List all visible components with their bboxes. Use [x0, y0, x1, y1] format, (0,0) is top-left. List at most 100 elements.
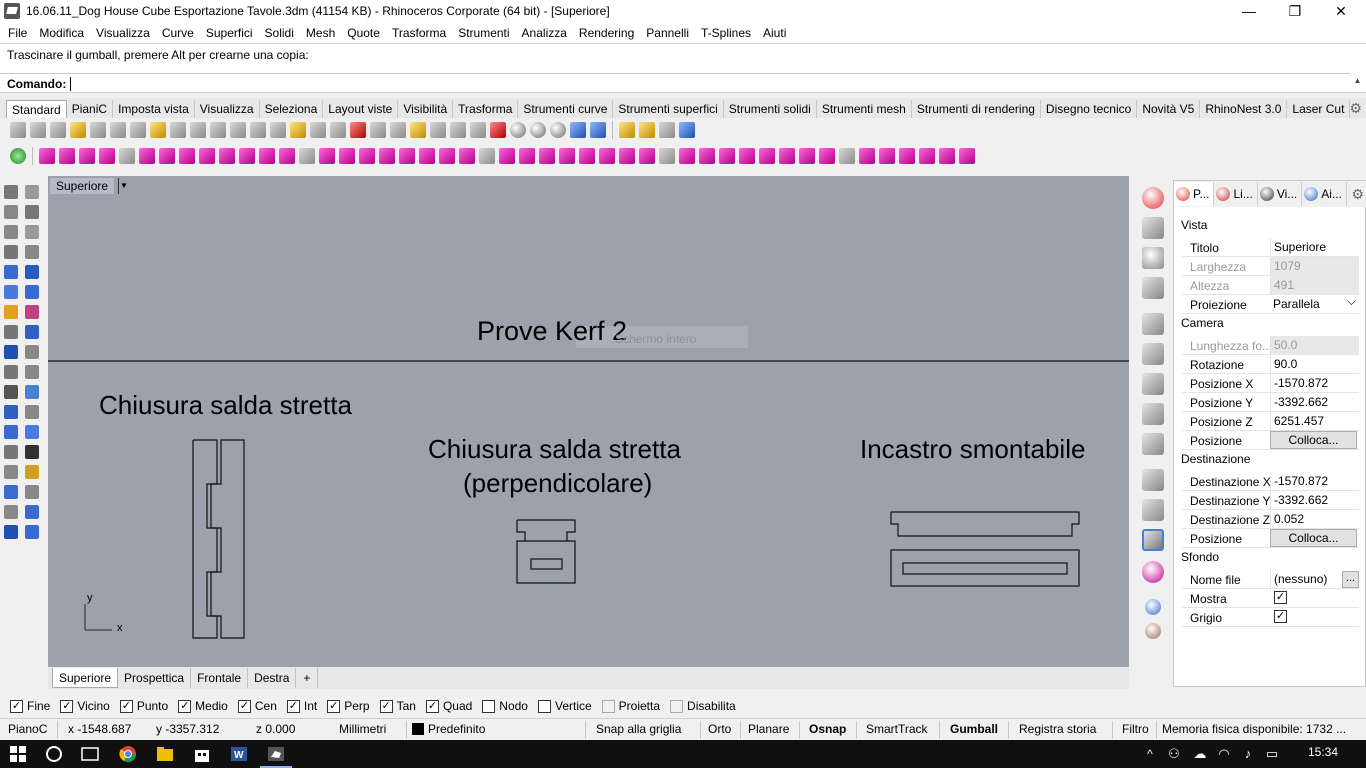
left-boolean-icon[interactable]	[4, 365, 18, 379]
left-check-icon[interactable]	[25, 445, 39, 459]
rotate-view-icon[interactable]	[310, 122, 326, 138]
tsplines-tool-20-icon[interactable]	[419, 148, 435, 164]
osnap-checkbox[interactable]: ✓	[178, 699, 192, 713]
toolbar-tab-strumenti-curve[interactable]: Strumenti curve	[518, 100, 614, 118]
joint3-slot[interactable]	[902, 562, 1068, 575]
tsplines-tool-28-icon[interactable]	[579, 148, 595, 164]
osnap-int[interactable]: ✓ Int	[286, 699, 317, 713]
toolbar-tab-strumenti-superfici[interactable]: Strumenti superfici	[613, 100, 724, 118]
toolbar-tab-visualizza[interactable]: Visualizza	[195, 100, 260, 118]
label-chiusura-perp-1[interactable]: Chiusura salda stretta	[428, 434, 681, 465]
toolbar-tab-trasforma[interactable]: Trasforma	[453, 100, 519, 118]
tsplines-tool-35-icon[interactable]	[719, 148, 735, 164]
wifi-icon[interactable]: ◠	[1214, 744, 1234, 764]
chrome-icon[interactable]	[118, 744, 138, 764]
viewport-title[interactable]: Superiore	[50, 178, 115, 194]
tsplines-tool-11-icon[interactable]	[239, 148, 255, 164]
tsplines-tool-2-icon[interactable]	[59, 148, 75, 164]
save-file-icon[interactable]	[50, 122, 66, 138]
browse-file-button[interactable]: ...	[1342, 571, 1359, 588]
paste-icon[interactable]	[150, 122, 166, 138]
left-extrude-icon[interactable]	[4, 325, 18, 339]
vp-tab-frontale[interactable]: Frontale	[191, 668, 249, 688]
osnap-tan[interactable]: ✓ Tan	[379, 699, 416, 713]
tsplines-tool-32-icon[interactable]	[659, 148, 675, 164]
tsplines-tool-27-icon[interactable]	[559, 148, 575, 164]
left-array-icon[interactable]	[4, 405, 18, 419]
status-layer[interactable]: Predefinito	[412, 719, 485, 740]
vp-tab-prospettica[interactable]: Prospettica	[118, 668, 192, 688]
joint1-right-piece[interactable]	[210, 439, 245, 639]
gumball-axes-icon[interactable]	[1142, 217, 1164, 239]
gumball-toggle[interactable]: Gumball	[950, 719, 998, 740]
onedrive-icon[interactable]: ☁	[1190, 744, 1210, 764]
left-solid-sphere-icon[interactable]	[25, 305, 39, 319]
show-hidden-icons-icon[interactable]: ^	[1140, 744, 1160, 764]
smarttrack-toggle[interactable]: SmartTrack	[866, 719, 928, 740]
osnap-vertice[interactable]: Vertice	[537, 699, 592, 713]
joint3-bottom-piece[interactable]	[890, 549, 1080, 587]
left-text-icon[interactable]	[4, 385, 18, 399]
left-block-icon[interactable]	[25, 425, 39, 439]
tsplines-tool-19-icon[interactable]	[399, 148, 415, 164]
osnap-checkbox[interactable]: ✓	[237, 699, 251, 713]
osnap-cen[interactable]: ✓ Cen	[237, 699, 277, 713]
tsplines-tool-6-icon[interactable]	[139, 148, 155, 164]
toolbar-tab-seleziona[interactable]: Seleziona	[260, 100, 324, 118]
lock-icon[interactable]	[410, 122, 426, 138]
view-cube-4-icon[interactable]	[1142, 433, 1164, 455]
tsplines-tool-34-icon[interactable]	[699, 148, 715, 164]
tsplines-tool-29-icon[interactable]	[599, 148, 615, 164]
osnap-quad[interactable]: ✓ Quad	[425, 699, 472, 713]
rhino-taskbar-icon[interactable]	[266, 744, 286, 764]
osnap-toggle[interactable]: Osnap	[809, 719, 846, 740]
left-group-icon[interactable]	[4, 425, 18, 439]
new-file-icon[interactable]	[10, 122, 26, 138]
box-mode-icon[interactable]	[1142, 529, 1164, 551]
tsplines-tool-33-icon[interactable]	[679, 148, 695, 164]
bulb-icon[interactable]	[390, 122, 406, 138]
windows-start-icon[interactable]	[8, 744, 28, 764]
left-polyline-icon[interactable]	[4, 205, 18, 219]
shade-icon[interactable]	[510, 122, 526, 138]
close-button[interactable]: ✕	[1318, 0, 1364, 22]
osnap-checkbox[interactable]: ✓	[379, 699, 393, 713]
panel-tab-display[interactable]: Vi...	[1258, 182, 1303, 206]
left-layer-icon[interactable]	[4, 485, 18, 499]
command-line[interactable]: Comando:	[0, 73, 1350, 93]
osnap-checkbox[interactable]: ✓	[10, 699, 23, 713]
prop-value[interactable]: -3392.662	[1270, 393, 1359, 412]
record-history-toggle[interactable]: Registra storia	[1019, 719, 1096, 740]
help-icon[interactable]	[590, 122, 606, 138]
osnap-nodo[interactable]: Nodo	[482, 699, 528, 713]
left-trim-icon[interactable]	[25, 365, 39, 379]
osnap-medio[interactable]: ✓ Medio	[178, 699, 228, 713]
snap-icon[interactable]	[639, 122, 655, 138]
tsplines-tool-44-icon[interactable]	[899, 148, 915, 164]
filter-button[interactable]: Filtro	[1122, 719, 1149, 740]
prop-value[interactable]: 6251.457	[1270, 412, 1359, 431]
menu-visualizza[interactable]: Visualizza	[90, 26, 156, 40]
tsplines-tool-36-icon[interactable]	[739, 148, 755, 164]
prop-checkbox[interactable]: ✓	[1274, 610, 1287, 623]
color-icon[interactable]	[450, 122, 466, 138]
menu-file[interactable]: File	[2, 26, 33, 40]
word-icon[interactable]: W	[229, 744, 249, 764]
tsplines-tool-16-icon[interactable]	[339, 148, 355, 164]
prop-value[interactable]: Superiore	[1270, 238, 1359, 257]
panel-gear-icon[interactable]: ⚙	[1351, 186, 1364, 203]
tsplines-tool-26-icon[interactable]	[539, 148, 555, 164]
menu-aiuti[interactable]: Aiuti	[757, 26, 792, 40]
menu-modifica[interactable]: Modifica	[33, 26, 90, 40]
menu-analizza[interactable]: Analizza	[516, 26, 573, 40]
left-curve-icon[interactable]	[25, 205, 39, 219]
tsplines-tool-47-icon[interactable]	[959, 148, 975, 164]
tsplines-tool-3-icon[interactable]	[79, 148, 95, 164]
orto-toggle[interactable]: Orto	[708, 719, 731, 740]
menu-rendering[interactable]: Rendering	[573, 26, 640, 40]
osnap-checkbox[interactable]	[601, 699, 615, 713]
left-fillet-icon[interactable]	[25, 325, 39, 339]
osnap-perp[interactable]: ✓ Perp	[327, 699, 370, 713]
view-cube-3-icon[interactable]	[1142, 403, 1164, 425]
power-icon[interactable]	[1142, 187, 1164, 209]
